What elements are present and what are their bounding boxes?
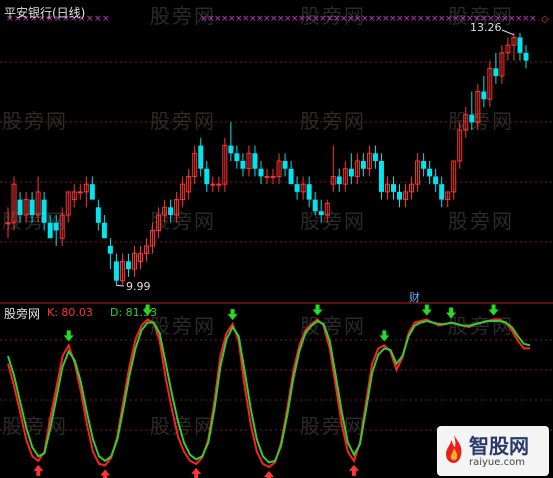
low-pointer [116, 284, 125, 287]
candle-body [348, 168, 354, 177]
candle-body [397, 191, 403, 200]
buy-arrow-icon [264, 470, 274, 478]
logo-domain: raiyue.com [469, 457, 525, 468]
candle-body [433, 176, 439, 185]
chart-title: 平安银行(日线) [4, 6, 86, 20]
candle-body [336, 176, 342, 185]
candle-body [168, 207, 174, 216]
buy-arrow-icon [100, 469, 111, 478]
diamond-marker: ◇ [541, 14, 549, 25]
marker-glyph: × [529, 14, 537, 24]
sell-arrow-icon [312, 304, 323, 316]
candle-body [95, 207, 101, 223]
candle-body [198, 145, 204, 169]
k-value-label: K: 80.03 [47, 306, 93, 319]
candle-body [101, 222, 107, 239]
candle-body [107, 245, 113, 254]
candle-body [204, 168, 210, 185]
candle-body [517, 37, 523, 53]
candle-body [288, 168, 294, 185]
candle-body [228, 145, 234, 154]
site-logo: 智股网 raiyue.com [437, 426, 549, 476]
candle-body [469, 114, 475, 123]
top-marker-row: × × × × × × × × × × × × × × × × × × × × × × × × × × × × × × × × × × × × × × × ×… [6, 14, 549, 25]
candle-body [318, 211, 324, 216]
candle-body [493, 68, 499, 77]
sell-arrow-icon [488, 304, 499, 316]
candle-body [210, 183, 216, 186]
candle-body [77, 191, 83, 194]
high-price-label: 13.26 [470, 21, 502, 34]
candle-body [282, 161, 288, 169]
high-pointer [501, 29, 515, 36]
candle-body [5, 222, 11, 225]
candle-body [216, 183, 222, 186]
marker-glyph: × [94, 14, 102, 24]
candle-body [17, 199, 23, 216]
low-price-label: 9.99 [126, 280, 151, 293]
candle-body [47, 222, 53, 239]
candle-body [270, 175, 276, 178]
candle-body [427, 168, 433, 177]
candle-body [53, 222, 59, 231]
candle-body [312, 199, 318, 212]
candle-body [29, 199, 35, 216]
candle-body [360, 161, 366, 169]
candle-body [89, 184, 95, 200]
lower-panel-name: 股旁网 [4, 307, 41, 321]
candle-body [390, 184, 396, 192]
logo-brand: 智股网 [469, 434, 529, 458]
buy-arrow-icon [33, 464, 44, 476]
finance-badge[interactable]: 财 [409, 289, 420, 305]
candle-body [378, 161, 384, 192]
candle-body [41, 199, 47, 223]
sell-arrow-icon [421, 304, 432, 316]
candle-body [252, 153, 258, 169]
buy-arrow-icon [348, 464, 359, 476]
marker-glyph: × [102, 14, 110, 24]
candle-body [234, 153, 240, 161]
candle-body [306, 184, 312, 200]
candle-body [294, 184, 300, 192]
candle-body [264, 175, 270, 178]
chart-canvas: × × × × × × × × × × × × × × × × × × × × × × × × × × × × × × × × × × × × × × × ×… [0, 14, 553, 478]
sell-arrow-icon [227, 309, 238, 321]
candle-body [258, 168, 264, 177]
candle-body [372, 153, 378, 161]
d-value-label: D: 81.53 [110, 306, 158, 319]
flame-icon [446, 435, 462, 463]
candle-body [113, 261, 119, 281]
candle-body [439, 184, 445, 200]
candle-body [421, 161, 427, 169]
price-annotations [116, 29, 515, 287]
candle-body [240, 161, 246, 169]
candle-body [125, 261, 131, 270]
marker-glyph: × [86, 14, 94, 24]
candle-body [523, 52, 529, 61]
buy-arrow-icon [191, 467, 202, 478]
candlestick-series [5, 32, 529, 286]
candle-body [481, 91, 487, 100]
sell-arrow-icon [446, 307, 457, 319]
